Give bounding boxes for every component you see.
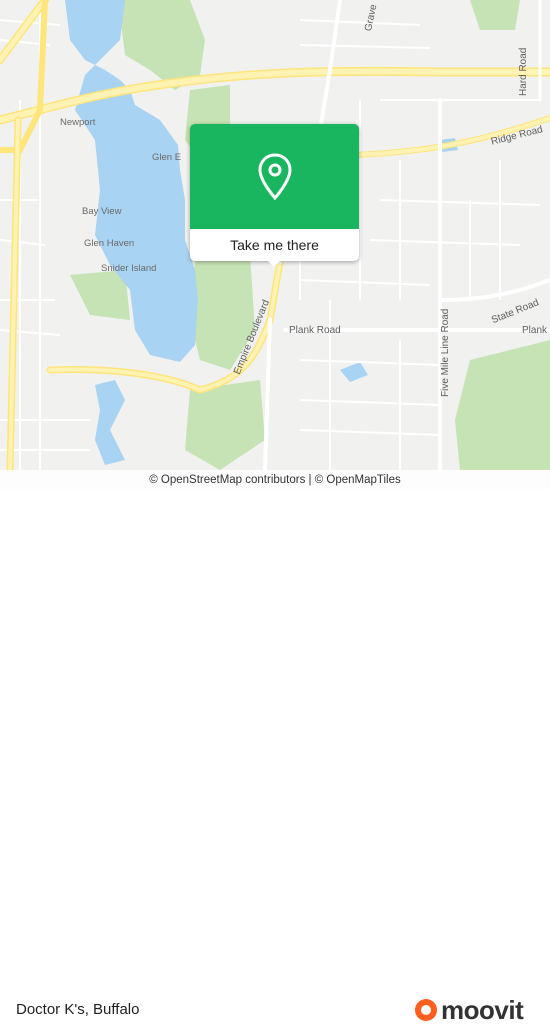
destination-popup: Take me there — [190, 124, 359, 267]
moovit-brand-text: moovit — [441, 994, 524, 1025]
road-label-hard-road: Hard Road — [518, 47, 529, 96]
moovit-logo[interactable]: moovit — [415, 994, 524, 1026]
place-title: Doctor K's, Buffalo — [16, 1001, 140, 1018]
road-label-plank-road: Plank Road — [289, 325, 341, 336]
popup-tail — [266, 259, 282, 267]
place-label-newport: Newport — [60, 117, 96, 128]
take-me-there-button[interactable]: Take me there — [190, 229, 359, 261]
road-label-five-mile-line-road: Five Mile Line Road — [440, 308, 451, 397]
place-label-bay-view: Bay View — [82, 206, 122, 217]
place-label-glen-haven: Glen Haven — [84, 238, 135, 249]
place-label-glen-e: Glen E — [152, 152, 182, 163]
road-label-plank-road-east: Plank Road — [522, 325, 550, 336]
map-canvas[interactable]: Hard Road Ridge Road State Road Plank Ro… — [0, 0, 550, 490]
moovit-logo-icon — [415, 999, 437, 1021]
place-label-snider-island: Snider Island — [101, 263, 157, 274]
map-attribution[interactable]: © OpenStreetMap contributors | © OpenMap… — [0, 470, 550, 490]
footer-bar: Doctor K's, Buffalo moovit — [0, 490, 550, 1025]
popup-header — [190, 124, 359, 229]
